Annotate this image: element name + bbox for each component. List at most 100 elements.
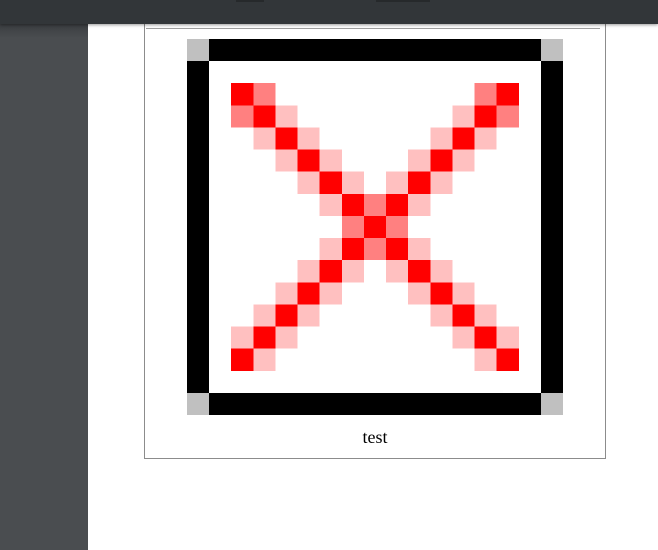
pixel xyxy=(496,392,519,415)
pixel xyxy=(386,193,409,216)
pixel xyxy=(341,392,364,415)
pixel xyxy=(408,282,431,305)
pixel xyxy=(408,39,431,62)
pixel xyxy=(408,193,431,216)
pixel xyxy=(187,61,210,84)
pixel xyxy=(187,105,210,128)
pixel-art-red-x-icon xyxy=(187,39,563,415)
pixel xyxy=(319,39,342,62)
pixel xyxy=(430,127,453,150)
pixel xyxy=(430,260,453,283)
pixel xyxy=(341,260,364,283)
pixel xyxy=(253,39,276,62)
pixel xyxy=(540,370,563,393)
pixel xyxy=(187,370,210,393)
pixel xyxy=(540,193,563,216)
pixel xyxy=(231,105,254,128)
pixel xyxy=(408,392,431,415)
pixel xyxy=(253,392,276,415)
pixel xyxy=(540,105,563,128)
toolbar-tab-indicator[interactable] xyxy=(376,0,430,2)
pixel xyxy=(430,39,453,62)
pixel xyxy=(474,83,497,106)
pixel xyxy=(319,238,342,261)
pixel xyxy=(540,149,563,172)
pixel xyxy=(408,149,431,172)
pixel xyxy=(540,282,563,305)
pixel xyxy=(297,260,320,283)
pixel xyxy=(496,105,519,128)
pixel xyxy=(253,326,276,349)
pixel xyxy=(518,39,541,62)
pixel xyxy=(363,215,387,239)
pixel xyxy=(231,326,254,349)
pixel xyxy=(540,171,563,194)
pixel xyxy=(386,215,409,239)
pixel xyxy=(408,260,431,283)
pixel xyxy=(540,392,563,415)
pixel xyxy=(474,392,497,415)
pixel xyxy=(275,149,298,172)
pixel xyxy=(452,149,475,172)
viewer-sidebar xyxy=(0,24,88,550)
pixel xyxy=(496,39,519,62)
pixel xyxy=(386,39,409,62)
pixel xyxy=(540,238,563,261)
pixel xyxy=(187,171,210,194)
pixel xyxy=(319,149,342,172)
pixel xyxy=(231,39,254,62)
pixel xyxy=(474,348,497,371)
pixel xyxy=(297,127,320,150)
pixel xyxy=(341,39,364,62)
pixel xyxy=(275,127,298,150)
toolbar-tab-indicator[interactable] xyxy=(236,0,264,2)
pixel xyxy=(496,83,519,106)
pixel xyxy=(187,83,210,106)
document-rule xyxy=(146,28,600,29)
pixel xyxy=(275,105,298,128)
pixel xyxy=(253,105,276,128)
pixel xyxy=(297,304,320,327)
pixel xyxy=(408,238,431,261)
pixel xyxy=(231,392,254,415)
pixel xyxy=(275,392,298,415)
pixel xyxy=(209,39,232,62)
pixel xyxy=(540,39,563,62)
pixel xyxy=(386,171,409,194)
viewer-toolbar xyxy=(0,0,658,24)
pixel xyxy=(341,193,364,216)
pixel xyxy=(209,392,232,415)
pixel xyxy=(341,215,364,239)
pixel xyxy=(297,39,320,62)
pixel xyxy=(430,304,453,327)
pixel xyxy=(187,326,210,349)
pixel xyxy=(187,392,210,415)
pixel xyxy=(496,348,519,371)
pixel xyxy=(275,39,298,62)
pixel xyxy=(386,392,409,415)
pixel xyxy=(386,238,409,261)
pixel xyxy=(452,392,475,415)
pixel xyxy=(363,238,387,261)
pixel xyxy=(319,392,342,415)
sidebar-shadow xyxy=(0,24,88,38)
pixel xyxy=(452,304,475,327)
pixel xyxy=(231,348,254,371)
pixel xyxy=(253,304,276,327)
pixel xyxy=(474,326,497,349)
pixel xyxy=(363,39,387,62)
pixel xyxy=(187,260,210,283)
pixel xyxy=(319,193,342,216)
figure-caption: test xyxy=(362,427,388,447)
pixel xyxy=(518,392,541,415)
pixel xyxy=(297,282,320,305)
pixel xyxy=(430,282,453,305)
pixel xyxy=(474,39,497,62)
pixel xyxy=(297,149,320,172)
pixel xyxy=(452,105,475,128)
pixel xyxy=(496,326,519,349)
pixel xyxy=(540,215,563,239)
pixel xyxy=(187,215,210,239)
pixel xyxy=(363,193,387,216)
pixel xyxy=(386,260,409,283)
